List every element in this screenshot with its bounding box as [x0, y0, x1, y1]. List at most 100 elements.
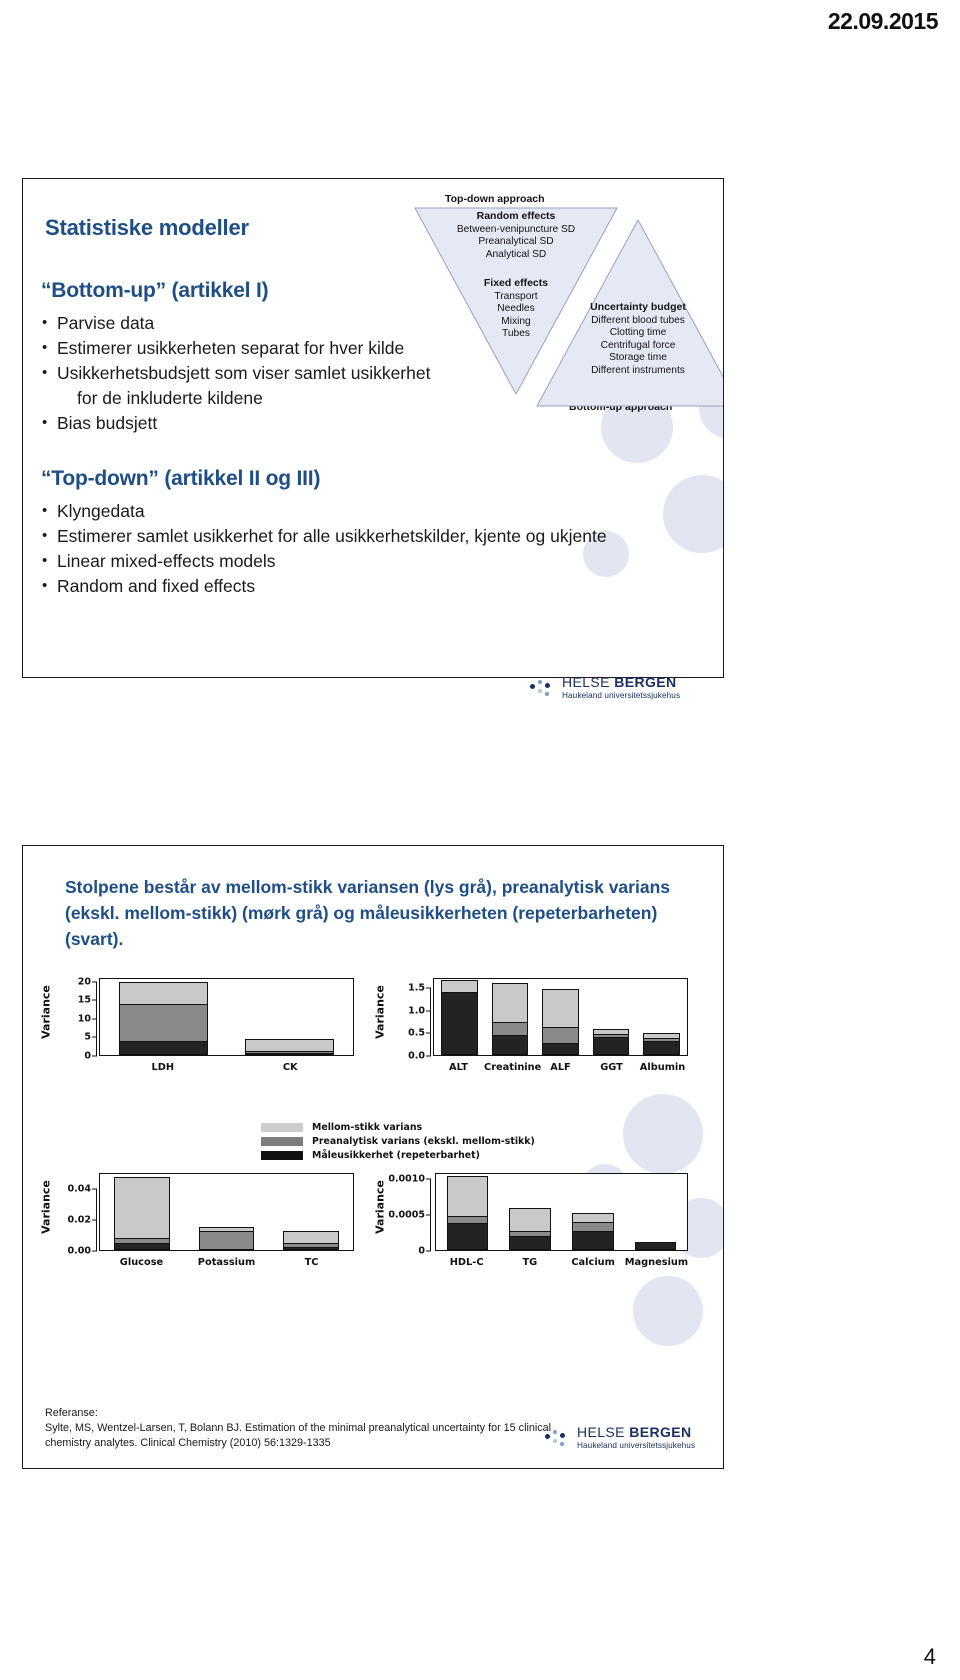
chart-2-bar-ggt [592, 1028, 630, 1055]
diagram-random-effects-item: Preanalytical SD [478, 236, 554, 247]
legend-row: Preanalytisk varians (ekskl. mellom-stik… [261, 1136, 535, 1147]
chart-4-segment-light [572, 1213, 614, 1222]
chart-2-segment-light [491, 982, 529, 1022]
diagram-uncertainty-budget: Uncertainty budget Different blood tubes… [543, 301, 723, 377]
chart-2-bar-albumin [643, 1033, 680, 1055]
diagram-uncertainty-budget-item: Different blood tubes [591, 314, 685, 326]
chart-1-segment-dark [118, 1040, 208, 1055]
chart-1-plot [99, 978, 354, 1056]
chart-3-ytick-label: 0.04 [67, 1183, 91, 1195]
chart-2-bar-alt [441, 980, 478, 1055]
list-item: Parvise data [41, 310, 430, 336]
chart-2-category-label: Albumin [639, 1062, 686, 1073]
chart-3-plot [99, 1173, 354, 1251]
legend-swatch [261, 1137, 303, 1146]
chart-4-bar-slot [436, 1174, 499, 1250]
diagram-fixed-effects-item: Needles [497, 303, 535, 314]
chart-3-bar-tc [282, 1231, 339, 1250]
slide-2: Stolpene består av mellom-stikk varianse… [22, 845, 724, 1469]
chart-1-bar-slot [100, 979, 227, 1055]
chart-3-yticks: 0.00 0.02 0.04 [45, 1173, 97, 1257]
chart-2-bar-slot [485, 979, 536, 1055]
top-down-bottom-up-diagram: Top-down approach Bottom-up approach Ran… [393, 193, 723, 419]
variance-charts-group: Variance 0 5 10 15 20 LDH CK Variance 0.0 0.5 1… [23, 974, 723, 1394]
list-item: Usikkerhetsbudsjett som viser samlet usi… [41, 360, 430, 386]
chart-2-ytick-label: 0.5 [408, 1027, 425, 1039]
chart-2-ytick-label: 0.0 [408, 1050, 425, 1062]
legend-row: Mellom-stikk varians [261, 1122, 535, 1133]
chart-4-category-label: HDL-C [449, 1257, 484, 1268]
chart-2-ytick-label: 1.0 [408, 1005, 425, 1017]
reference-citation: Sylte, MS, Wentzel-Larsen, T, Bolann BJ.… [45, 1422, 552, 1449]
reference-block: Referanse: Sylte, MS, Wentzel-Larsen, T,… [45, 1406, 575, 1451]
chart-3-ytick-label: 0.02 [67, 1214, 91, 1226]
diagram-random-effects: Random effects Between-venipuncture SD P… [421, 210, 611, 261]
chart-1-segment-dark [245, 1053, 335, 1055]
chart-4-segment-light [509, 1208, 551, 1232]
chart-4-segment-dark [572, 1231, 614, 1250]
chart-2-segment-dark [441, 991, 478, 1055]
list-item: Estimerer usikkerheten separat for hver … [41, 335, 430, 361]
chart-2-categories: ALT Creatinine ALF GGT Albumin [433, 1062, 688, 1073]
chart-glucose-potassium-tc: Variance 0.00 0.02 0.04 Glucose Potassium TC [31, 1169, 361, 1289]
chart-3-bar-slot [100, 1174, 184, 1250]
chart-2-bar-slot [434, 979, 485, 1055]
chart-4-bar-magnesium [634, 1242, 677, 1250]
chart-4-bars [436, 1174, 687, 1250]
chart-hdlc-tg-calcium-magnesium: Variance 0 0.0005 0.0010 HDL-C TG Calcium Mag… [365, 1169, 695, 1289]
chart-1-ytick-label: 10 [77, 1013, 91, 1025]
diagram-fixed-effects-heading: Fixed effects [483, 277, 549, 289]
chart-1-category-label: CK [282, 1062, 298, 1073]
legend-label: Mellom-stikk varians [312, 1122, 423, 1133]
chart-1-ytick-label: 20 [77, 976, 91, 988]
chart-4-ytick-label: 0 [418, 1245, 425, 1257]
chart-3-bar-potassium [198, 1226, 255, 1250]
diagram-fixed-effects-item: Mixing [501, 315, 531, 327]
diagram-random-effects-item: Between-venipuncture SD [456, 223, 576, 235]
chart-2-plot [433, 978, 688, 1056]
chart-4-category-label: TG [522, 1257, 538, 1268]
chart-1-categories: LDH CK [99, 1062, 354, 1073]
chart-3-segment-light [282, 1231, 339, 1243]
chart-4-yticks: 0 0.0005 0.0010 [371, 1173, 431, 1257]
list-item-continuation: for de inkluderte kildene [77, 388, 263, 408]
heading-bottom-up: “Bottom-up” (artikkel I) [41, 279, 269, 302]
chart-2-bar-creatinine [491, 982, 529, 1055]
chart-4-plot [435, 1173, 688, 1251]
chart-4-category-label: Calcium [571, 1257, 615, 1268]
diagram-uncertainty-budget-item: Centrifugal force [600, 339, 676, 351]
chart-1-bars [100, 979, 353, 1055]
chart-1-y-axis [96, 981, 97, 1056]
chart-4-ytick-label: 0.0005 [388, 1209, 425, 1221]
chart-3-segment-dark [198, 1249, 255, 1250]
chart-legend: Mellom-stikk varians Preanalytisk varians… [261, 1122, 535, 1164]
chart-2-segment-light [542, 989, 579, 1028]
chart-3-category-label: Glucose [119, 1257, 164, 1268]
chart-1-ytick-label: 5 [84, 1031, 91, 1043]
diagram-uncertainty-budget-item: Storage time [609, 352, 667, 363]
bullet-list-top-down: Klyngedata Estimerer samlet usikkerhet f… [41, 498, 607, 599]
chart-2-category-label: Creatinine [484, 1062, 542, 1073]
chart-3-category-label: TC [304, 1257, 319, 1268]
chart-4-bar-hdl-c [446, 1176, 489, 1250]
list-item: Estimerer samlet usikkerhet for alle usi… [41, 523, 607, 549]
chart-3-segment-mid [198, 1231, 255, 1249]
chart-3-segment-dark [114, 1242, 170, 1250]
chart-2-bar-slot [535, 979, 586, 1055]
chart-1-segment-light [245, 1039, 335, 1051]
chart-1-category-label: LDH [151, 1062, 175, 1073]
chart-2-bar-slot [586, 979, 637, 1055]
chart-2-segment-dark [592, 1036, 630, 1055]
chart-2-bars [434, 979, 687, 1055]
chart-2-yticks: 0.0 0.5 1.0 1.5 [379, 978, 431, 1062]
page-number: 4 [923, 1644, 936, 1669]
chart-3-bar-slot [269, 1174, 353, 1250]
chart-1-yticks: 0 5 10 15 20 [45, 976, 97, 1062]
chart-2-category-label: ALT [449, 1062, 468, 1073]
chart-ldh-ck: Variance 0 5 10 15 20 LDH CK [31, 974, 361, 1094]
helse-bergen-logo: HELSE BERGEN Haukeland universitetssjuke… [530, 675, 680, 700]
chart-2-bar-alf [542, 989, 579, 1055]
reference-label: Referanse: [45, 1407, 98, 1419]
legend-row: Måleusikkerhet (repeterbarhet) [261, 1150, 535, 1161]
logo-dots-icon [530, 678, 556, 698]
